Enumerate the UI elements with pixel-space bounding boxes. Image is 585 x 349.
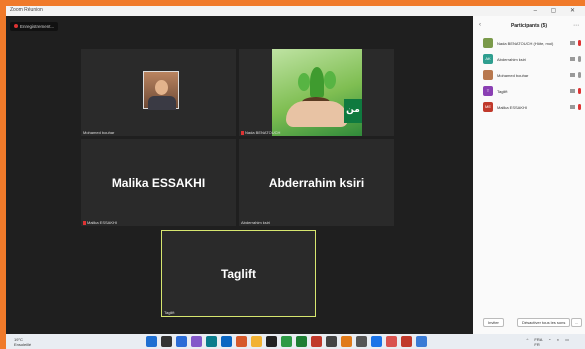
participant-name: Taglift — [497, 89, 508, 94]
participant-name: Malika ESSAKHI — [497, 105, 528, 110]
mic-icon — [578, 56, 581, 62]
taskbar-app-icon[interactable] — [251, 336, 262, 347]
taskbar-app-icon[interactable] — [371, 336, 382, 347]
participant-name: Abderrahim ksiri — [497, 57, 526, 62]
recording-badge[interactable]: Enregistrement... — [10, 22, 59, 31]
tile-big-name: Abderrahim ksiri — [268, 175, 365, 190]
language-indicator[interactable]: FRA FR — [534, 337, 542, 347]
tile-big-name: Malika ESSAKHI — [111, 175, 206, 190]
recording-label: Enregistrement... — [20, 24, 55, 29]
window-title: Zoom Réunion — [10, 7, 43, 13]
camera-icon — [570, 57, 575, 61]
volume-icon[interactable]: ◖ — [557, 337, 559, 347]
logo-overlay: من — [344, 99, 362, 123]
taskbar-app-icon[interactable] — [356, 336, 367, 347]
taskbar-app-icon[interactable] — [281, 336, 292, 347]
taskbar-app-icon[interactable] — [176, 336, 187, 347]
mic-muted-icon — [578, 88, 581, 94]
taskbar-app-icon[interactable] — [236, 336, 247, 347]
mic-muted-icon — [578, 104, 581, 110]
taskbar-app-icon[interactable] — [191, 336, 202, 347]
taskbar-app-icon[interactable] — [341, 336, 352, 347]
weather-widget[interactable]: 19°C Ensoleillé — [14, 337, 31, 347]
participant-photo: من — [272, 49, 362, 136]
participants-panel: ‹ Participants (5) ⋯ Nada BENATOUCH (Hôt… — [473, 16, 585, 334]
mic-muted-icon — [83, 220, 86, 225]
battery-icon[interactable]: ▭ — [565, 337, 569, 347]
camera-icon — [570, 41, 575, 45]
participant-photo — [143, 71, 179, 110]
taskbar-app-icon[interactable] — [311, 336, 322, 347]
mic-muted-icon — [578, 40, 581, 46]
video-tile-taglift[interactable]: Taglift Taglift — [161, 230, 316, 317]
mic-muted-icon — [241, 130, 244, 135]
participant-item[interactable]: Mohamed bouhar — [483, 70, 581, 81]
participant-name: Mohamed bouhar — [497, 73, 529, 78]
frame-border-left — [0, 0, 6, 349]
avatar: AK — [483, 54, 493, 64]
camera-icon — [570, 105, 575, 109]
participant-item[interactable]: Nada BENATOUCH (Hôte, moi) — [483, 38, 581, 49]
window-titlebar: Zoom Réunion – ▢ ✕ — [6, 6, 585, 16]
participant-name: Nada BENATOUCH (Hôte, moi) — [497, 41, 554, 46]
taskbar-app-icon[interactable] — [386, 336, 397, 347]
avatar — [483, 70, 493, 80]
taskbar-app-icon[interactable] — [416, 336, 427, 347]
taskbar-app-icon[interactable] — [266, 336, 277, 347]
taskbar-app-icon[interactable] — [146, 336, 157, 347]
record-icon — [14, 24, 18, 28]
avatar: T — [483, 86, 493, 96]
taskbar-app-icon[interactable] — [206, 336, 217, 347]
meeting-area: Enregistrement... Mohamed bouhar من Nada… — [6, 16, 473, 334]
weather-desc: Ensoleillé — [14, 342, 32, 347]
tile-name: Abderrahim ksiri — [241, 220, 270, 225]
participant-item[interactable]: ME Malika ESSAKHI — [483, 102, 581, 113]
panel-title: Participants (5) — [510, 23, 548, 29]
taskbar-app-icon[interactable] — [401, 336, 412, 347]
wifi-icon[interactable]: ◔ — [548, 337, 550, 347]
participant-item[interactable]: T Taglift — [483, 86, 581, 97]
taskbar-app-icon[interactable] — [296, 336, 307, 347]
taskbar-app-icon[interactable] — [221, 336, 232, 347]
avatar: ME — [483, 102, 493, 112]
panel-header: ‹ Participants (5) ⋯ — [473, 22, 585, 34]
tile-name: Malika ESSAKHI — [83, 220, 117, 225]
video-tile-nada[interactable]: من Nada BENATOUCH — [239, 49, 394, 136]
video-tile-mohamed[interactable]: Mohamed bouhar — [81, 49, 236, 136]
popout-icon[interactable]: ⋯ — [573, 22, 579, 29]
tile-big-name: Taglift — [220, 266, 257, 281]
system-tray: ^ FRA FR ◔ ◖ ▭ — [526, 337, 575, 347]
camera-icon — [570, 73, 575, 77]
frame-border-top — [0, 0, 320, 6]
taskbar-app-icon[interactable] — [161, 336, 172, 347]
camera-icon — [570, 89, 575, 93]
invite-button[interactable]: Inviter — [483, 318, 504, 327]
participant-item[interactable]: AK Abderrahim ksiri — [483, 54, 581, 65]
taskbar-icons — [146, 336, 427, 347]
tile-name: Taglift — [164, 310, 175, 315]
tile-name: Nada BENATOUCH — [241, 130, 280, 135]
taskbar: 19°C Ensoleillé ^ FRA FR ◔ ◖ ▭ — [6, 334, 585, 349]
chevron-up-icon[interactable]: ^ — [526, 337, 528, 347]
avatar — [483, 38, 493, 48]
mic-icon — [578, 72, 581, 78]
taskbar-app-icon[interactable] — [326, 336, 337, 347]
more-button[interactable]: ... — [571, 318, 583, 327]
video-tile-abderrahim[interactable]: Abderrahim ksiri Abderrahim ksiri — [239, 139, 394, 226]
mute-all-button[interactable]: Désactiver tous les sons — [517, 318, 571, 327]
tile-name: Mohamed bouhar — [83, 130, 115, 135]
video-tile-malika[interactable]: Malika ESSAKHI Malika ESSAKHI — [81, 139, 236, 226]
window-controls[interactable]: – ▢ ✕ — [534, 7, 581, 14]
screen: Zoom Réunion – ▢ ✕ Enregistrement... Moh… — [6, 6, 585, 349]
